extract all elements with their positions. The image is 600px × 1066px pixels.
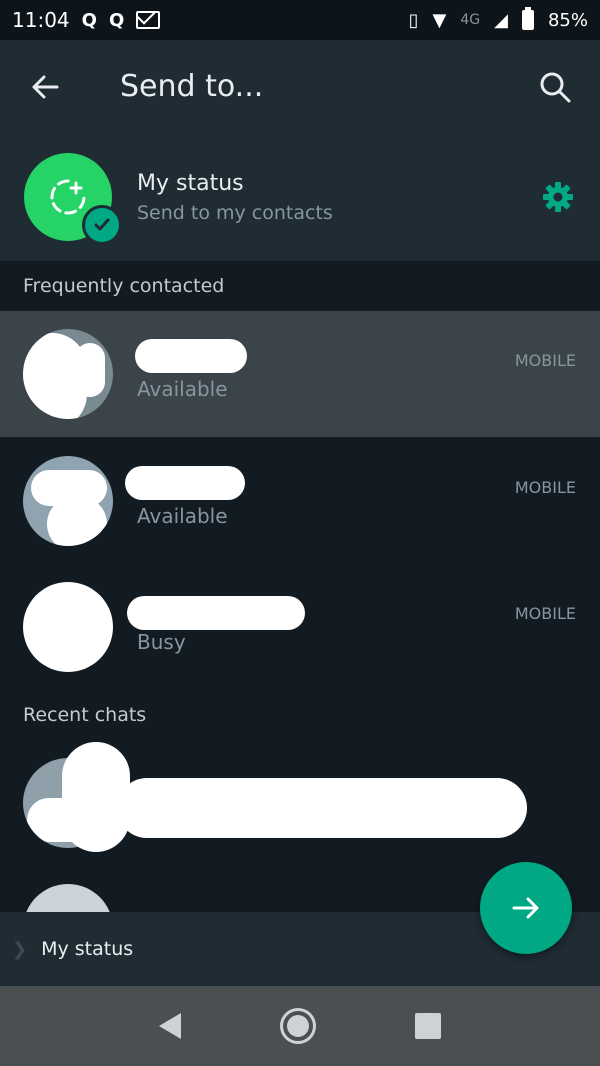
my-status-subtitle: Send to my contacts [137, 201, 333, 224]
my-status-row[interactable]: My status Send to my contacts [0, 133, 600, 261]
search-icon[interactable] [510, 40, 600, 133]
battery-icon [521, 7, 534, 30]
notification-q-icon: Q [81, 9, 97, 31]
mail-icon [136, 11, 161, 29]
contact-avatar [23, 582, 113, 672]
check-icon [82, 205, 122, 245]
vibrate-icon: ▯ [408, 9, 419, 31]
status-add-icon [50, 179, 86, 215]
status-time: 11:04 [12, 8, 70, 32]
redacted-name [117, 778, 527, 838]
signal-icon: ◢ [494, 9, 508, 31]
selected-recipients: My status [41, 938, 134, 960]
my-status-name: My status [137, 170, 244, 196]
redacted-name [135, 339, 247, 373]
nav-home-icon[interactable] [279, 1008, 316, 1044]
contact-row-2[interactable]: Available MOBILE [0, 438, 600, 564]
section-recent-chats: Recent chats [0, 690, 600, 740]
arrow-right-icon [512, 897, 539, 919]
back-arrow-icon[interactable] [0, 40, 90, 133]
contact-row-1[interactable]: Available MOBILE [0, 311, 600, 437]
navigation-bar [0, 986, 600, 1066]
nav-back-icon[interactable] [159, 1013, 182, 1039]
app-bar: Send to... [0, 40, 600, 133]
send-button[interactable] [480, 862, 572, 954]
contact-phone-type: MOBILE [514, 604, 576, 623]
contact-avatar [23, 329, 113, 419]
battery-level: 85% [547, 9, 588, 31]
nav-recents-icon[interactable] [414, 1013, 441, 1039]
contact-status: Available [137, 504, 228, 528]
redacted-name [125, 466, 245, 500]
contact-status: Busy [137, 630, 186, 654]
notification-q-icon-2: Q [108, 9, 125, 31]
network-type: 4G [460, 12, 481, 28]
chevron-right-icon: ❯ [12, 938, 28, 960]
my-status-avatar [24, 153, 122, 245]
status-bar: 11:04 Q Q ▯ ▼ 4G ◢ 85% [0, 0, 600, 40]
contact-status: Available [137, 377, 228, 401]
contact-row-3[interactable]: Busy MOBILE [0, 564, 600, 690]
contact-phone-type: MOBILE [514, 478, 576, 497]
redacted-name [127, 596, 305, 630]
section-frequently-contacted: Frequently contacted [0, 261, 600, 311]
wifi-icon: ▼ [432, 9, 447, 31]
contact-phone-type: MOBILE [514, 351, 576, 370]
gear-icon[interactable] [540, 179, 576, 215]
contact-avatar [23, 456, 113, 546]
page-title: Send to... [120, 69, 264, 104]
